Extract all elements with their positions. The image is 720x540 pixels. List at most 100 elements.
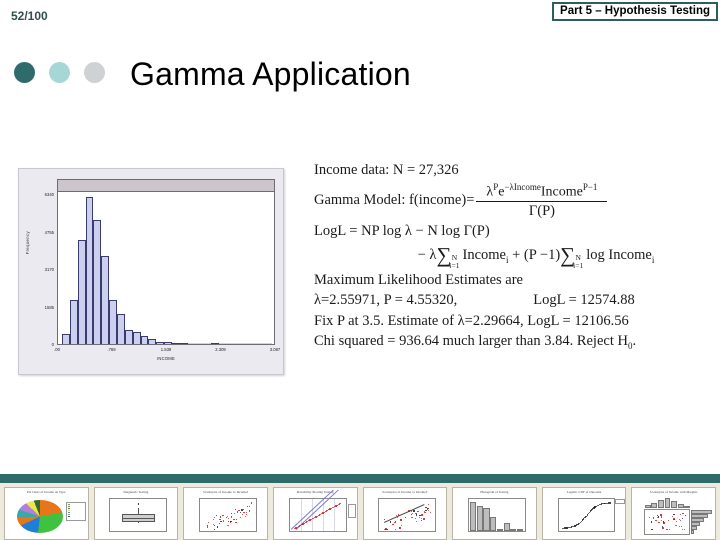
data-point [234,509,236,511]
thumb-histogram[interactable]: Histogram of Testing [452,487,537,540]
thumb-pie-chart[interactable]: Pie Chart of Income on Type [4,487,89,540]
chart-y-tick-label: 1585 [44,304,54,310]
data-point [401,524,403,526]
thumbnail-list: Pie Chart of Income on Type Diagnostic Te… [0,483,720,540]
legend-swatch [68,504,71,506]
data-point [248,510,250,512]
histogram-bar [77,239,86,344]
data-point [213,524,216,526]
equation-income-data: Income data: N = 27,326 [314,162,459,178]
data-point [587,512,589,515]
histogram-bar [140,336,149,344]
histogram-bar [124,329,133,344]
gamma-model-fraction: λPe−λIncomeIncomeP−1 Γ(P) [476,182,608,221]
data-point [230,512,232,515]
thumbnail-title: Probability Plotting Testing [296,490,334,494]
histogram-bar [211,342,220,344]
thumbnail-title: Scatterplot of Income with Margins [649,490,698,494]
thumb-scatter-1[interactable]: Scatterplot of Income vs Income2 [183,487,268,540]
mle-logl: LogL = 12574.88 [533,292,635,309]
data-point [230,516,232,518]
data-point [658,522,660,524]
data-point [413,510,415,512]
data-point [582,519,584,521]
data-point [339,502,342,504]
data-point [213,528,216,530]
bar [490,517,497,532]
thumb-logistic[interactable]: Logistic CDF of Outcome [541,487,627,540]
data-point [415,520,418,523]
data-point [396,516,399,518]
marginal-bar-top [664,498,671,509]
data-point [215,515,218,517]
data-point [216,526,218,528]
bar [496,528,504,532]
gamma-model-numerator: λPe−λIncomeIncomeP−1 [476,182,608,203]
thumbnail-graphic [364,496,447,537]
data-point [233,513,236,515]
thumbnail-title: Histogram of Testing [480,490,509,494]
data-point [235,518,237,521]
data-point [240,516,242,519]
equation-logl: LogL = NP log λ − N log Γ(P) [314,223,490,240]
dot-gray-icon [84,62,105,83]
marginal-bar-top [651,502,658,509]
data-point [243,511,245,514]
data-point [586,514,588,516]
data-point [673,513,675,516]
data-point [660,514,662,516]
data-point [399,527,401,529]
histogram-panel: Frequency 6340 4755 3170 1585 0 .00.769 1.539… [18,168,284,375]
thumbnail-title: Diagnostic Testing [123,490,149,494]
histogram-bar [148,339,157,344]
data-point [245,511,248,514]
marginal-bar-top [671,500,677,509]
data-point [394,528,396,530]
header-section-badge: Part 5 – Hypothesis Testing [552,2,718,21]
data-point [662,527,664,529]
thumb-pp-plot[interactable]: Probability Plotting Testing [272,487,358,540]
bar [483,507,490,532]
data-point [667,519,670,522]
marginal-bar-top [677,504,684,509]
data-point [418,516,420,519]
data-point [678,525,680,528]
chart-x-tick-label: 1.539 [160,347,172,352]
legend-swatch [68,514,71,516]
page-counter: 52/100 [11,9,48,23]
thumb-scatter-2[interactable]: Scatterplot of Income vs Income3 [362,487,448,540]
page-title: Gamma Application [130,56,411,92]
thumbnail-filmstrip: Pie Chart of Income on Type Diagnostic Te… [0,474,720,540]
histogram-bar [93,220,102,344]
histogram-bar [156,341,165,344]
data-point [245,513,248,516]
plot-frame [378,498,437,533]
decorative-dots [14,62,105,83]
data-point [668,529,671,531]
plot-frame [109,498,168,533]
equation-summation: − λ∑ Ni=1 Incomei + (P −1)∑ Ni=1 log Incomei [417,242,655,270]
data-point [585,515,587,517]
histogram-bar [179,343,188,344]
thumb-boxplot[interactable]: Diagnostic Testing [93,487,179,540]
data-point [652,517,654,519]
data-point [584,516,586,519]
data-point [249,505,251,507]
thumb-marginal[interactable]: Scatterplot of Income with Margins [631,487,716,540]
median-line [121,517,156,519]
data-point [394,522,396,524]
plot-frame [643,509,691,535]
data-point [218,522,221,525]
plot-frame [557,498,616,533]
data-point [411,516,413,519]
data-point [415,514,418,516]
legend [66,501,86,521]
data-point [650,521,652,523]
data-point [222,520,225,522]
data-point [236,511,238,513]
histogram-bar [265,343,272,344]
chart-y-tick-label: 3170 [44,267,54,272]
chart-x-tick-label: .769 [107,347,116,352]
bar [503,522,510,532]
data-point [389,521,392,523]
